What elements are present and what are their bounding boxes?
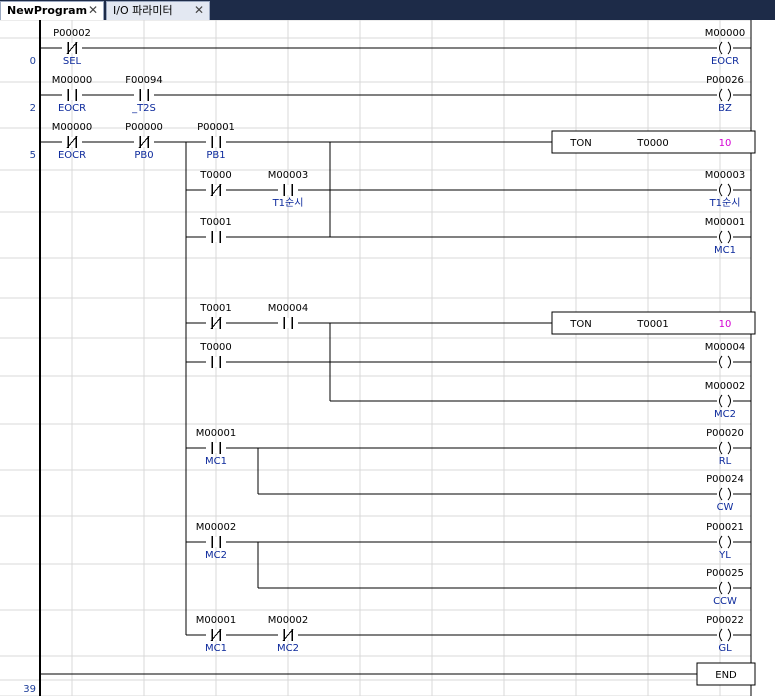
tab-io-parameter[interactable]: I/O 파라미터 ✕ [106,1,210,20]
ladder-coil[interactable] [703,73,747,113]
ladder-coil[interactable] [703,566,747,606]
ladder-contact[interactable] [124,73,164,113]
ladder-coil[interactable] [703,426,747,466]
step-number: 5 [30,150,36,161]
ladder-contact[interactable] [196,301,236,341]
ladder-contact[interactable] [196,340,236,380]
timer-instruction: TON [569,319,591,330]
tab-newprogram[interactable]: NewProgram ✕ [0,1,104,20]
ladder-contact[interactable] [196,168,236,208]
ladder-contact[interactable] [268,613,308,653]
timer-preset: 10 [719,138,732,149]
editor-tab-bar: NewProgram ✕ I/O 파라미터 ✕ [0,0,775,20]
step-number: 39 [23,684,36,695]
tab-label: NewProgram [7,4,88,17]
ladder-coil[interactable] [703,168,747,208]
ladder-contact[interactable] [196,120,236,160]
ladder-coil[interactable] [703,26,747,66]
close-icon[interactable]: ✕ [194,2,204,19]
step-number: 0 [30,56,36,67]
timer-address: T0000 [636,138,669,149]
ladder-contact[interactable] [196,426,236,466]
ladder-coil[interactable] [703,379,747,419]
ladder-contact[interactable] [268,168,308,208]
ladder-diagram[interactable]: 02539P00002SELM00000EOCRM00000EOCRF00094… [0,20,775,696]
ladder-coil[interactable] [703,340,747,380]
ladder-coil[interactable] [703,472,747,512]
ladder-contact[interactable] [196,520,236,560]
timer-instruction: TON [569,138,591,149]
tab-label: I/O 파라미터 [113,4,173,17]
close-icon[interactable]: ✕ [88,2,98,19]
ladder-contact[interactable] [52,120,92,160]
ladder-contact[interactable] [196,215,236,255]
ladder-editor[interactable]: 02539P00002SELM00000EOCRM00000EOCRF00094… [0,20,775,696]
ladder-contact[interactable] [196,613,236,653]
ladder-coil[interactable] [703,215,747,255]
end-instruction-label: END [715,670,737,681]
ladder-coil[interactable] [703,520,747,560]
ladder-coil[interactable] [703,613,747,653]
step-number: 2 [30,103,36,114]
ladder-contact[interactable] [268,301,308,341]
timer-address: T0001 [636,319,669,330]
ladder-contact[interactable] [52,73,92,113]
ladder-contact[interactable] [52,26,92,66]
timer-preset: 10 [719,319,732,330]
ladder-contact[interactable] [124,120,164,160]
